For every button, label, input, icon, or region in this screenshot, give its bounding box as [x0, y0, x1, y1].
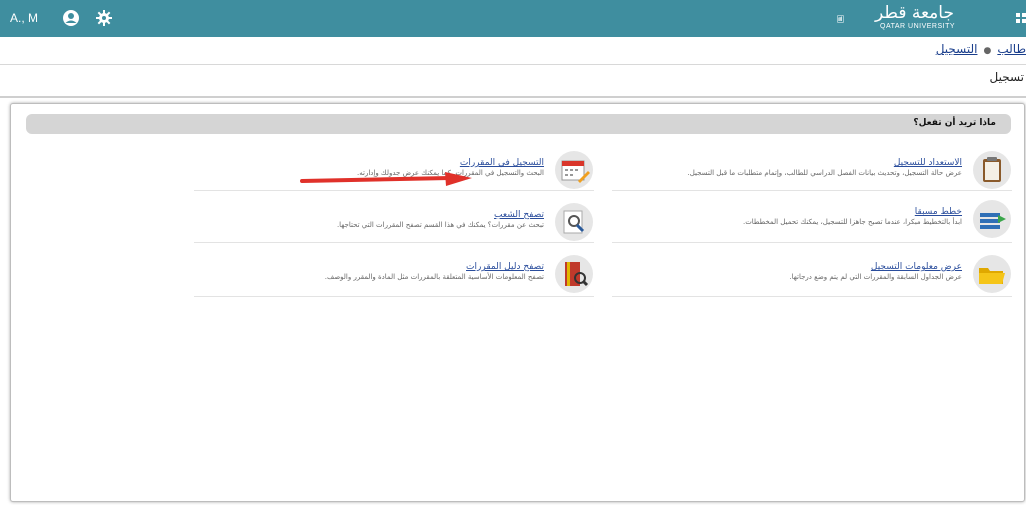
folder-icon [973, 255, 1011, 293]
browse-sections-desc: تبحث عن مقررات؟ يمكنك في هذا القسم تصفح … [336, 221, 544, 229]
qatar-university-logo [837, 15, 844, 23]
user-icon[interactable] [62, 9, 80, 27]
divider [194, 242, 594, 243]
apps-grid-icon[interactable] [1016, 13, 1026, 23]
registration-panel: ماذا تريد أن تفعل؟ الاستعداد للتسجيل عرض… [10, 103, 1025, 502]
breadcrumb-student[interactable]: طالب [997, 42, 1026, 56]
view-registration-info-link[interactable]: عرض معلومات التسجيل [789, 262, 962, 272]
view-registration-info-desc: عرض الجداول السابقة والمقررات التي لم يت… [789, 273, 962, 281]
clipboard-icon [973, 151, 1011, 189]
red-arrow-annotation [300, 172, 472, 186]
gear-icon[interactable] [95, 9, 113, 27]
calendar-pencil-icon [555, 151, 593, 189]
plan-ahead-link[interactable]: خطط مسبقا [743, 207, 962, 217]
question-bar: ماذا تريد أن تفعل؟ [26, 114, 1011, 134]
page-title: تسجيل [989, 70, 1025, 84]
prepare-registration-desc: عرض حالة التسجيل، وتحديث بيانات الفصل ال… [687, 169, 962, 177]
prepare-registration-item[interactable]: الاستعداد للتسجيل عرض حالة التسجيل، وتحد… [612, 150, 1012, 190]
breadcrumb-separator: ● [983, 46, 992, 56]
divider [612, 242, 1012, 243]
top-bar: A., M جامعة قطر QATAR UNIVERSITY [0, 0, 1026, 37]
breadcrumb-registration[interactable]: التسجيل [936, 42, 978, 56]
question-text: ماذا تريد أن تفعل؟ [913, 118, 996, 128]
register-courses-link[interactable]: التسجيل في المقررات [357, 158, 544, 168]
browse-catalog-link[interactable]: تصفح دليل المقررات [325, 262, 544, 272]
browse-sections-item[interactable]: تصفح الشعب تبحث عن مقررات؟ يمكنك في هذا … [194, 202, 594, 242]
divider [612, 296, 1012, 297]
plan-ahead-desc: ابدأ بالتخطيط مبكرا، عندما تصبح جاهزا لل… [742, 218, 962, 226]
logo-arabic-text: جامعة قطر [875, 3, 954, 23]
magnifier-icon [555, 203, 593, 241]
browse-catalog-desc: تصفح المعلومات الأساسية المتعلقة بالمقرر… [324, 273, 544, 281]
breadcrumb: طالب ● التسجيل [936, 42, 1026, 60]
user-name[interactable]: A., M [10, 11, 38, 25]
logo-english-text: QATAR UNIVERSITY [880, 23, 956, 30]
divider [194, 190, 594, 191]
divider [0, 96, 1026, 98]
browse-sections-link[interactable]: تصفح الشعب [337, 210, 544, 220]
browse-catalog-item[interactable]: تصفح دليل المقررات تصفح المعلومات الأساس… [194, 254, 594, 294]
prepare-registration-link[interactable]: الاستعداد للتسجيل [687, 158, 962, 168]
divider [612, 190, 1012, 191]
divider [0, 64, 1026, 65]
view-registration-info-item[interactable]: عرض معلومات التسجيل عرض الجداول السابقة … [612, 254, 1012, 294]
divider [194, 296, 594, 297]
plan-ahead-item[interactable]: خطط مسبقا ابدأ بالتخطيط مبكرا، عندما تصب… [612, 199, 1012, 239]
book-magnifier-icon [555, 255, 593, 293]
plan-arrow-icon [973, 200, 1011, 238]
